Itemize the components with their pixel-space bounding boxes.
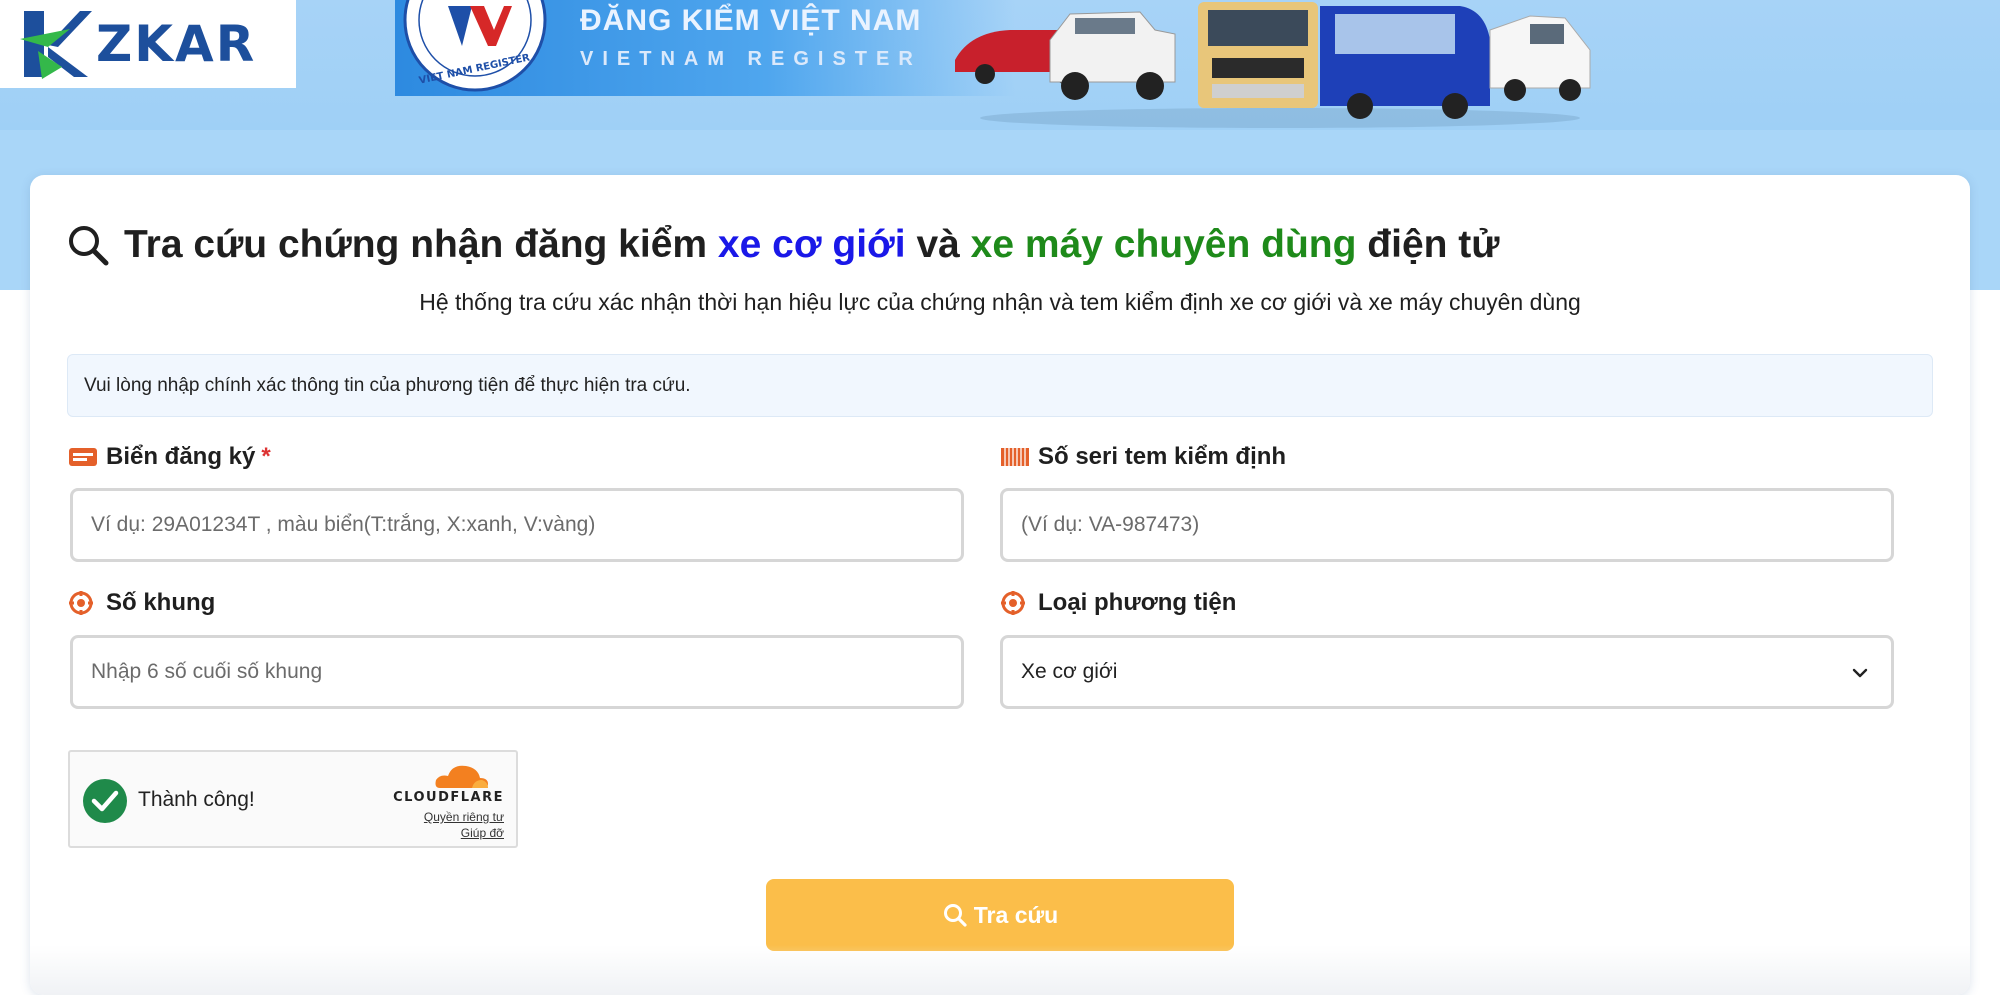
title-part-1: Tra cứu chứng nhận đăng kiểm bbox=[124, 223, 718, 266]
chevron-down-icon bbox=[1852, 668, 1868, 678]
search-icon bbox=[943, 904, 967, 927]
vehicle-type-selected: Xe cơ giới bbox=[1021, 660, 1118, 683]
cloudflare-captcha[interactable]: Thành công! CLOUDFLARE Quyền riêng tư Gi… bbox=[68, 750, 518, 848]
stamp-icon bbox=[1001, 448, 1029, 466]
stamp-serial-input[interactable] bbox=[1000, 488, 1894, 562]
help-link[interactable]: Giúp đỡ bbox=[461, 826, 504, 840]
vietnam-register-seal-icon: VIET NAM REGISTER bbox=[403, 0, 547, 92]
title-highlight-special-machinery: xe máy chuyên dùng bbox=[970, 223, 1357, 266]
required-mark: * bbox=[261, 443, 271, 470]
privacy-link[interactable]: Quyền riêng tư bbox=[424, 810, 504, 824]
license-plate-icon bbox=[69, 448, 97, 466]
zkar-logo-mark-icon bbox=[20, 11, 92, 79]
card-bottom-fade bbox=[30, 945, 1970, 995]
title-highlight-motor-vehicle: xe cơ giới bbox=[717, 223, 906, 266]
cloudflare-cloud-icon bbox=[435, 765, 488, 788]
plate-input[interactable] bbox=[70, 488, 964, 562]
chassis-label-text: Số khung bbox=[106, 589, 216, 616]
cloudflare-wordmark: CLOUDFLARE bbox=[393, 790, 504, 805]
chassis-label: Số khung bbox=[68, 589, 215, 617]
chassis-input[interactable] bbox=[70, 635, 964, 709]
chassis-icon bbox=[69, 591, 93, 615]
vehicle-type-label-text: Loại phương tiện bbox=[1038, 589, 1237, 616]
page-subtitle: Hệ thống tra cứu xác nhận thời hạn hiệu … bbox=[419, 289, 1581, 315]
vehicle-type-label: Loại phương tiện bbox=[1000, 589, 1236, 617]
stamp-serial-label: Số seri tem kiểm định bbox=[1000, 443, 1286, 471]
vehicles-illustration bbox=[955, 2, 1591, 128]
stamp-serial-label-text: Số seri tem kiểm định bbox=[1038, 443, 1287, 470]
title-text: Tra cứu chứng nhận đăng kiểm xe cơ giới … bbox=[124, 223, 1500, 267]
logo-text: ZKAR bbox=[96, 15, 257, 73]
lookup-card: Tra cứu chứng nhận đăng kiểm xe cơ giới … bbox=[30, 175, 1970, 995]
plate-label-text: Biển đăng ký bbox=[106, 443, 256, 470]
info-notice: Vui lòng nhập chính xác thông tin của ph… bbox=[67, 354, 1933, 417]
plate-label: Biển đăng ký * bbox=[68, 443, 271, 471]
check-circle-icon bbox=[83, 779, 127, 823]
vehicle-type-select[interactable]: Xe cơ giới bbox=[1000, 635, 1894, 709]
register-title: ĐĂNG KIỂM VIỆT NAM bbox=[580, 4, 922, 37]
search-button-label: Tra cứu bbox=[973, 901, 1059, 928]
page-title: Tra cứu chứng nhận đăng kiểm xe cơ giới … bbox=[66, 217, 1500, 273]
search-icon bbox=[69, 226, 109, 266]
title-part-2: và bbox=[905, 223, 971, 266]
vehicle-type-icon bbox=[1001, 591, 1025, 615]
captcha-status: Thành công! bbox=[138, 788, 255, 811]
zkar-logo[interactable]: ZKAR bbox=[0, 0, 296, 88]
search-button[interactable]: Tra cứu bbox=[766, 879, 1234, 951]
title-part-3: điện tử bbox=[1356, 223, 1500, 266]
register-subtitle: VIETNAM REGISTER bbox=[580, 48, 922, 70]
